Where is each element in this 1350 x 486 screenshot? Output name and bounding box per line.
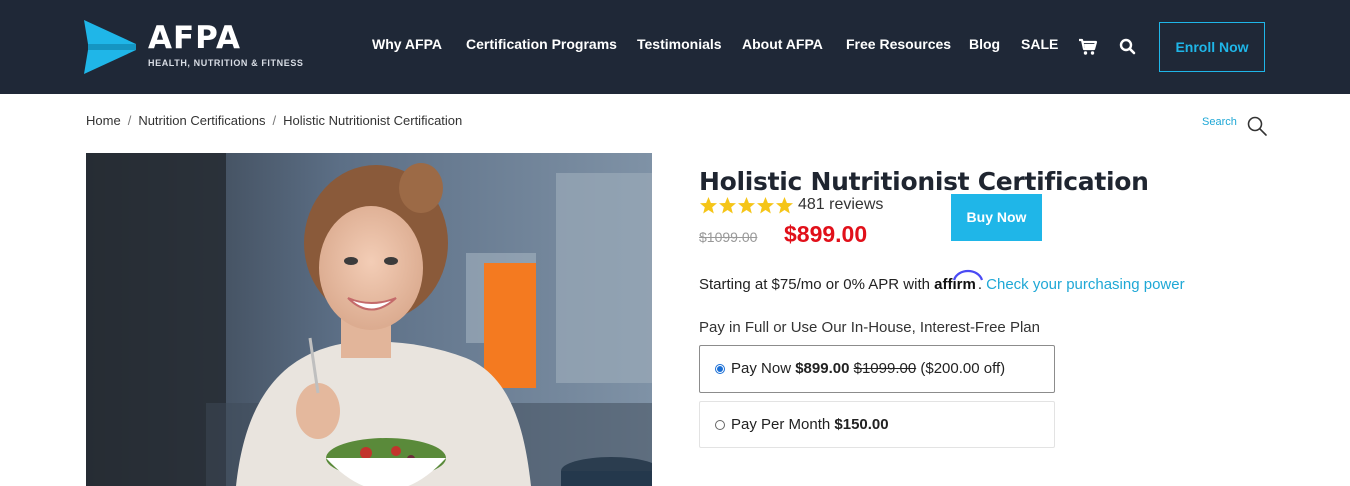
- breadcrumb-current: Holistic Nutritionist Certification: [283, 113, 463, 128]
- pay-now-old-price: $1099.00: [853, 360, 917, 377]
- nav-sale[interactable]: SALE: [1021, 36, 1058, 52]
- pay-now-savings: ($200.00 off): [920, 360, 1006, 377]
- rating-stars: [700, 197, 793, 214]
- pay-now-radio[interactable]: [715, 364, 725, 374]
- star-icon: [776, 197, 793, 214]
- pay-now-label: Pay Now: [731, 360, 792, 377]
- nav-why-afpa[interactable]: Why AFPA: [372, 36, 442, 52]
- pay-now-label-group: Pay Now $899.00 $1099.00 ($200.00 off): [731, 360, 1005, 377]
- nav-testimonials[interactable]: Testimonials: [637, 36, 722, 52]
- afpa-logo[interactable]: AFPA HEALTH, NUTRITION & FITNESS: [84, 18, 324, 76]
- financing-text: Starting at $75/mo or 0% APR with: [699, 276, 930, 293]
- search-icon[interactable]: [1118, 37, 1138, 57]
- star-icon: [719, 197, 736, 214]
- breadcrumb-separator: /: [127, 113, 132, 128]
- pay-per-month-label: Pay Per Month: [731, 416, 831, 433]
- pay-per-month-label-group: Pay Per Month $150.00: [731, 416, 889, 433]
- star-icon: [738, 197, 755, 214]
- site-header: AFPA HEALTH, NUTRITION & FITNESS Why AFP…: [0, 0, 1350, 94]
- logo-tagline: HEALTH, NUTRITION & FITNESS: [148, 58, 304, 68]
- plan-option-pay-per-month[interactable]: Pay Per Month $150.00: [699, 401, 1055, 448]
- affirm-arc-icon: [953, 269, 984, 281]
- pay-per-month-radio[interactable]: [715, 420, 725, 430]
- buy-now-button[interactable]: Buy Now: [951, 194, 1042, 241]
- product-image: [86, 153, 652, 486]
- nav-free-resources[interactable]: Free Resources: [846, 36, 951, 52]
- breadcrumb-home[interactable]: Home: [86, 113, 121, 128]
- nav-about-afpa[interactable]: About AFPA: [742, 36, 823, 52]
- check-purchasing-power-link[interactable]: Check your purchasing power: [986, 276, 1184, 293]
- nav-blog[interactable]: Blog: [969, 36, 1000, 52]
- original-price: $1099.00: [699, 229, 758, 245]
- reviews-count-link[interactable]: 481 reviews: [798, 196, 883, 214]
- breadcrumb: Home / Nutrition Certifications / Holistic N…: [86, 113, 462, 128]
- search-toggle-icon[interactable]: [1246, 115, 1268, 137]
- breadcrumb-separator: /: [272, 113, 277, 128]
- affirm-logo: affirm: [934, 269, 984, 293]
- enroll-now-button[interactable]: Enroll Now: [1159, 22, 1265, 72]
- product-title: Holistic Nutritionist Certification: [699, 166, 1149, 196]
- pay-per-month-price: $150.00: [834, 416, 889, 433]
- breadcrumb-nutrition-certifications[interactable]: Nutrition Certifications: [138, 113, 265, 128]
- product-photo-illustration: [86, 153, 652, 486]
- logo-wordmark: AFPA: [148, 20, 242, 56]
- pay-now-price: $899.00: [795, 360, 850, 377]
- star-icon: [757, 197, 774, 214]
- payment-plan-heading: Pay in Full or Use Our In-House, Interes…: [699, 319, 1040, 336]
- plan-option-pay-now[interactable]: Pay Now $899.00 $1099.00 ($200.00 off): [699, 345, 1055, 393]
- cart-icon[interactable]: [1078, 37, 1098, 57]
- star-icon: [700, 197, 717, 214]
- nav-certification-programs[interactable]: Certification Programs: [466, 36, 617, 52]
- financing-line: Starting at $75/mo or 0% APR with affirm…: [699, 269, 1185, 293]
- search-link[interactable]: Search: [1202, 116, 1237, 128]
- sale-price: $899.00: [784, 221, 868, 247]
- afpa-logo-mark-icon: [84, 20, 136, 74]
